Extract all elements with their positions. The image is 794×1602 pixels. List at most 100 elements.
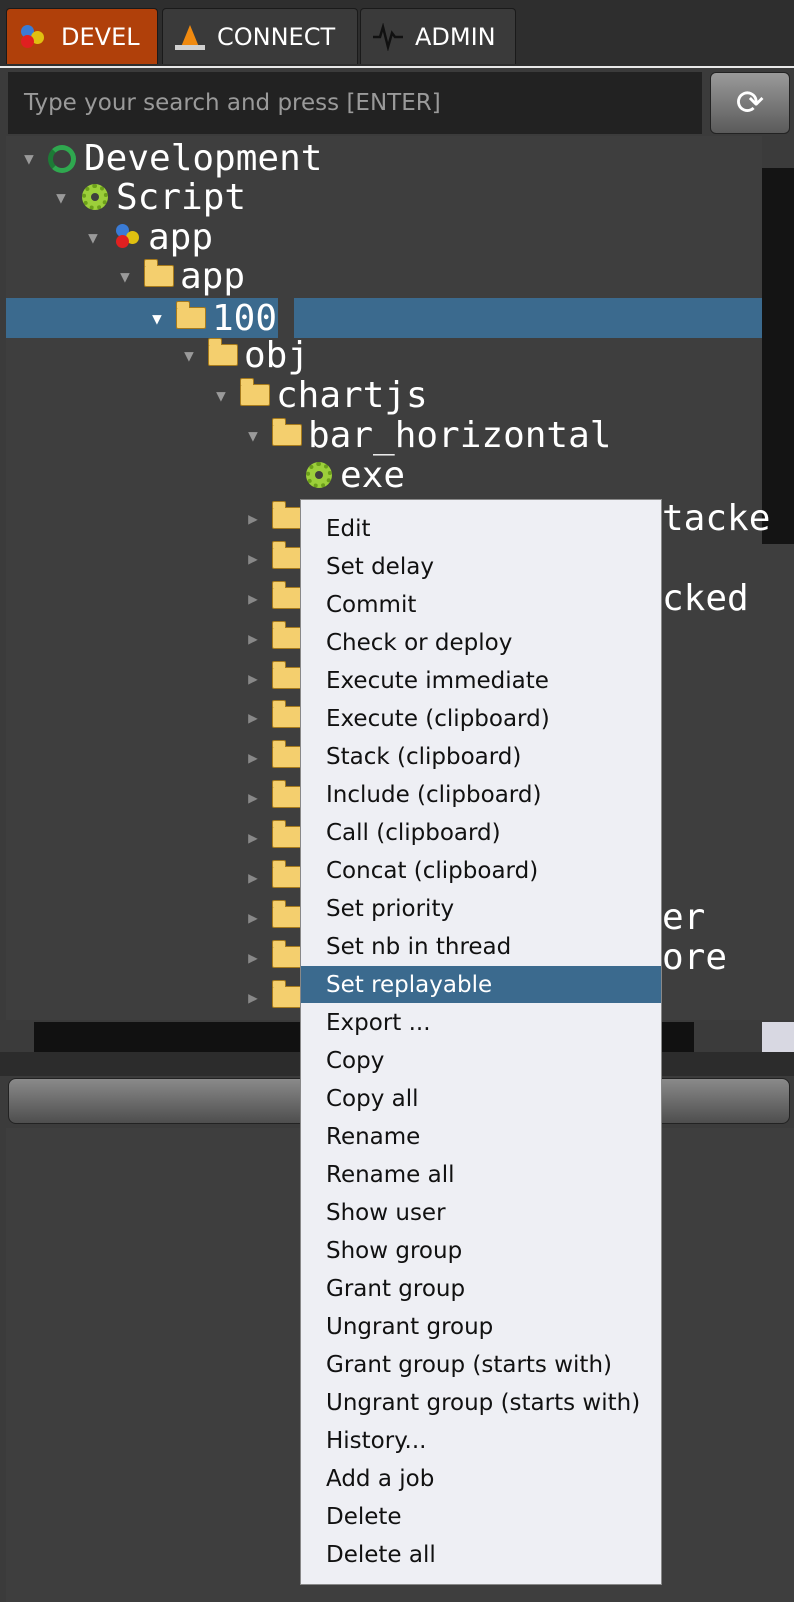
tree-node-chartjs[interactable]: ▼ chartjs — [210, 375, 428, 416]
folder-icon — [208, 338, 238, 368]
menu-item-rename-all[interactable]: Rename all — [301, 1156, 661, 1193]
tree-node-label: app — [148, 216, 214, 258]
folder-icon — [240, 378, 270, 408]
tree-node-label: bar_horizontal — [308, 414, 612, 456]
tree-node-collapsed[interactable]: ▶ — [242, 578, 308, 618]
menu-item-copy-all[interactable]: Copy all — [301, 1080, 661, 1117]
collapsed-arrow-icon[interactable]: ▶ — [242, 908, 264, 927]
tree-node-100[interactable]: ▼ 100 — [146, 298, 277, 339]
folder-icon — [272, 661, 302, 691]
menu-item-copy[interactable]: Copy — [301, 1042, 661, 1079]
folder-icon — [176, 301, 206, 331]
expanded-arrow-icon[interactable]: ▼ — [146, 309, 168, 328]
folder-icon — [272, 541, 302, 571]
menu-item-grant-group[interactable]: Grant group — [301, 1270, 661, 1307]
color-dots-icon — [19, 23, 47, 51]
tree-node-collapsed[interactable]: ▶ — [242, 498, 308, 538]
menu-item-set-nb-in-thread[interactable]: Set nb in thread — [301, 928, 661, 965]
tab-devel[interactable]: DEVEL — [6, 8, 158, 64]
collapsed-arrow-icon[interactable]: ▶ — [242, 669, 264, 688]
tree-node-app[interactable]: ▼ app — [82, 216, 214, 258]
recycle-icon — [48, 145, 78, 173]
tree-node-label: Development — [84, 137, 323, 179]
menu-item-stack-clipboard[interactable]: Stack (clipboard) — [301, 738, 661, 775]
menu-item-ungrant-group-starts-with[interactable]: Ungrant group (starts with) — [301, 1384, 661, 1421]
collapsed-arrow-icon[interactable]: ▶ — [242, 868, 264, 887]
menu-item-history[interactable]: History... — [301, 1422, 661, 1459]
traffic-cone-icon — [175, 23, 205, 51]
expanded-arrow-icon[interactable]: ▼ — [18, 149, 40, 168]
tree-node-obj[interactable]: ▼ obj — [178, 335, 309, 376]
menu-item-rename[interactable]: Rename — [301, 1118, 661, 1155]
gear-icon — [80, 184, 110, 210]
tree-node-collapsed[interactable]: ▶ — [242, 658, 308, 698]
tree-node-collapsed[interactable]: ▶ — [242, 777, 308, 817]
menu-item-delete-all[interactable]: Delete all — [301, 1536, 661, 1573]
expanded-arrow-icon[interactable]: ▼ — [178, 346, 200, 365]
collapsed-arrow-icon[interactable]: ▶ — [242, 708, 264, 727]
expanded-arrow-icon[interactable]: ▼ — [242, 426, 264, 445]
menu-item-execute-clipboard[interactable]: Execute (clipboard) — [301, 700, 661, 737]
collapsed-arrow-icon[interactable]: ▶ — [242, 748, 264, 767]
search-input[interactable]: Type your search and press [ENTER] — [8, 72, 702, 134]
scrollbar-corner — [762, 1022, 794, 1052]
menu-item-include-clipboard[interactable]: Include (clipboard) — [301, 776, 661, 813]
tab-label: CONNECT — [217, 22, 336, 51]
menu-item-ungrant-group[interactable]: Ungrant group — [301, 1308, 661, 1345]
tree-node-development[interactable]: ▼ Development — [18, 137, 323, 179]
folder-icon — [272, 740, 302, 770]
menu-item-show-user[interactable]: Show user — [301, 1194, 661, 1231]
menu-item-export[interactable]: Export ... — [301, 1004, 661, 1041]
folder-icon — [272, 418, 302, 448]
collapsed-arrow-icon[interactable]: ▶ — [242, 988, 264, 1007]
tree-node-collapsed[interactable]: ▶ — [242, 977, 308, 1017]
tab-connect[interactable]: CONNECT — [162, 8, 358, 64]
folder-icon — [144, 259, 174, 289]
tree-vertical-scrollbar[interactable] — [762, 168, 794, 544]
menu-item-set-replayable[interactable]: Set replayable — [301, 966, 661, 1003]
expanded-arrow-icon[interactable]: ▼ — [50, 188, 72, 207]
tree-node-exe[interactable]: exe — [274, 454, 406, 496]
color-dots-icon — [112, 224, 142, 250]
folder-icon — [272, 621, 302, 651]
tree-node-collapsed[interactable]: ▶ — [242, 737, 308, 777]
menu-item-commit[interactable]: Commit — [301, 586, 661, 623]
expanded-arrow-icon[interactable]: ▼ — [82, 228, 104, 247]
refresh-icon: ⟳ — [735, 83, 765, 123]
menu-item-edit[interactable]: Edit — [301, 510, 661, 547]
refresh-button[interactable]: ⟳ — [710, 72, 790, 134]
menu-item-add-a-job[interactable]: Add a job — [301, 1460, 661, 1497]
context-menu: Edit Set delay Commit Check or deploy Ex… — [300, 499, 662, 1585]
menu-item-execute-immediate[interactable]: Execute immediate — [301, 662, 661, 699]
tree-node-collapsed[interactable]: ▶ — [242, 817, 308, 857]
menu-item-call-clipboard[interactable]: Call (clipboard) — [301, 814, 661, 851]
collapsed-arrow-icon[interactable]: ▶ — [242, 629, 264, 648]
tree-node-collapsed[interactable]: ▶ — [242, 857, 308, 897]
menu-item-show-group[interactable]: Show group — [301, 1232, 661, 1269]
tree-node-label: exe — [340, 454, 406, 496]
tree-node-collapsed[interactable]: ▶ — [242, 538, 308, 578]
tab-admin[interactable]: ADMIN — [360, 8, 516, 64]
collapsed-arrow-icon[interactable]: ▶ — [242, 828, 264, 847]
tree-node-collapsed[interactable]: ▶ — [242, 697, 308, 737]
tree-node-collapsed[interactable]: ▶ — [242, 618, 308, 658]
menu-item-delete[interactable]: Delete — [301, 1498, 661, 1535]
menu-item-concat-clipboard[interactable]: Concat (clipboard) — [301, 852, 661, 889]
expanded-arrow-icon[interactable]: ▼ — [114, 267, 136, 286]
tree-node-script[interactable]: ▼ Script — [50, 177, 246, 218]
collapsed-arrow-icon[interactable]: ▶ — [242, 549, 264, 568]
tree-node-collapsed[interactable]: ▶ — [242, 897, 308, 937]
tree-node-bar-horizontal[interactable]: ▼ bar_horizontal — [242, 414, 612, 456]
collapsed-arrow-icon[interactable]: ▶ — [242, 788, 264, 807]
collapsed-arrow-icon[interactable]: ▶ — [242, 948, 264, 967]
menu-item-check-or-deploy[interactable]: Check or deploy — [301, 624, 661, 661]
collapsed-arrow-icon[interactable]: ▶ — [242, 589, 264, 608]
tree-node-app-folder[interactable]: ▼ app — [114, 256, 245, 297]
menu-item-set-priority[interactable]: Set priority — [301, 890, 661, 927]
tree-scrollbar-track[interactable] — [762, 544, 794, 1020]
menu-item-grant-group-starts-with[interactable]: Grant group (starts with) — [301, 1346, 661, 1383]
menu-item-set-delay[interactable]: Set delay — [301, 548, 661, 585]
expanded-arrow-icon[interactable]: ▼ — [210, 386, 232, 405]
tree-node-collapsed[interactable]: ▶ — [242, 937, 308, 977]
collapsed-arrow-icon[interactable]: ▶ — [242, 509, 264, 528]
